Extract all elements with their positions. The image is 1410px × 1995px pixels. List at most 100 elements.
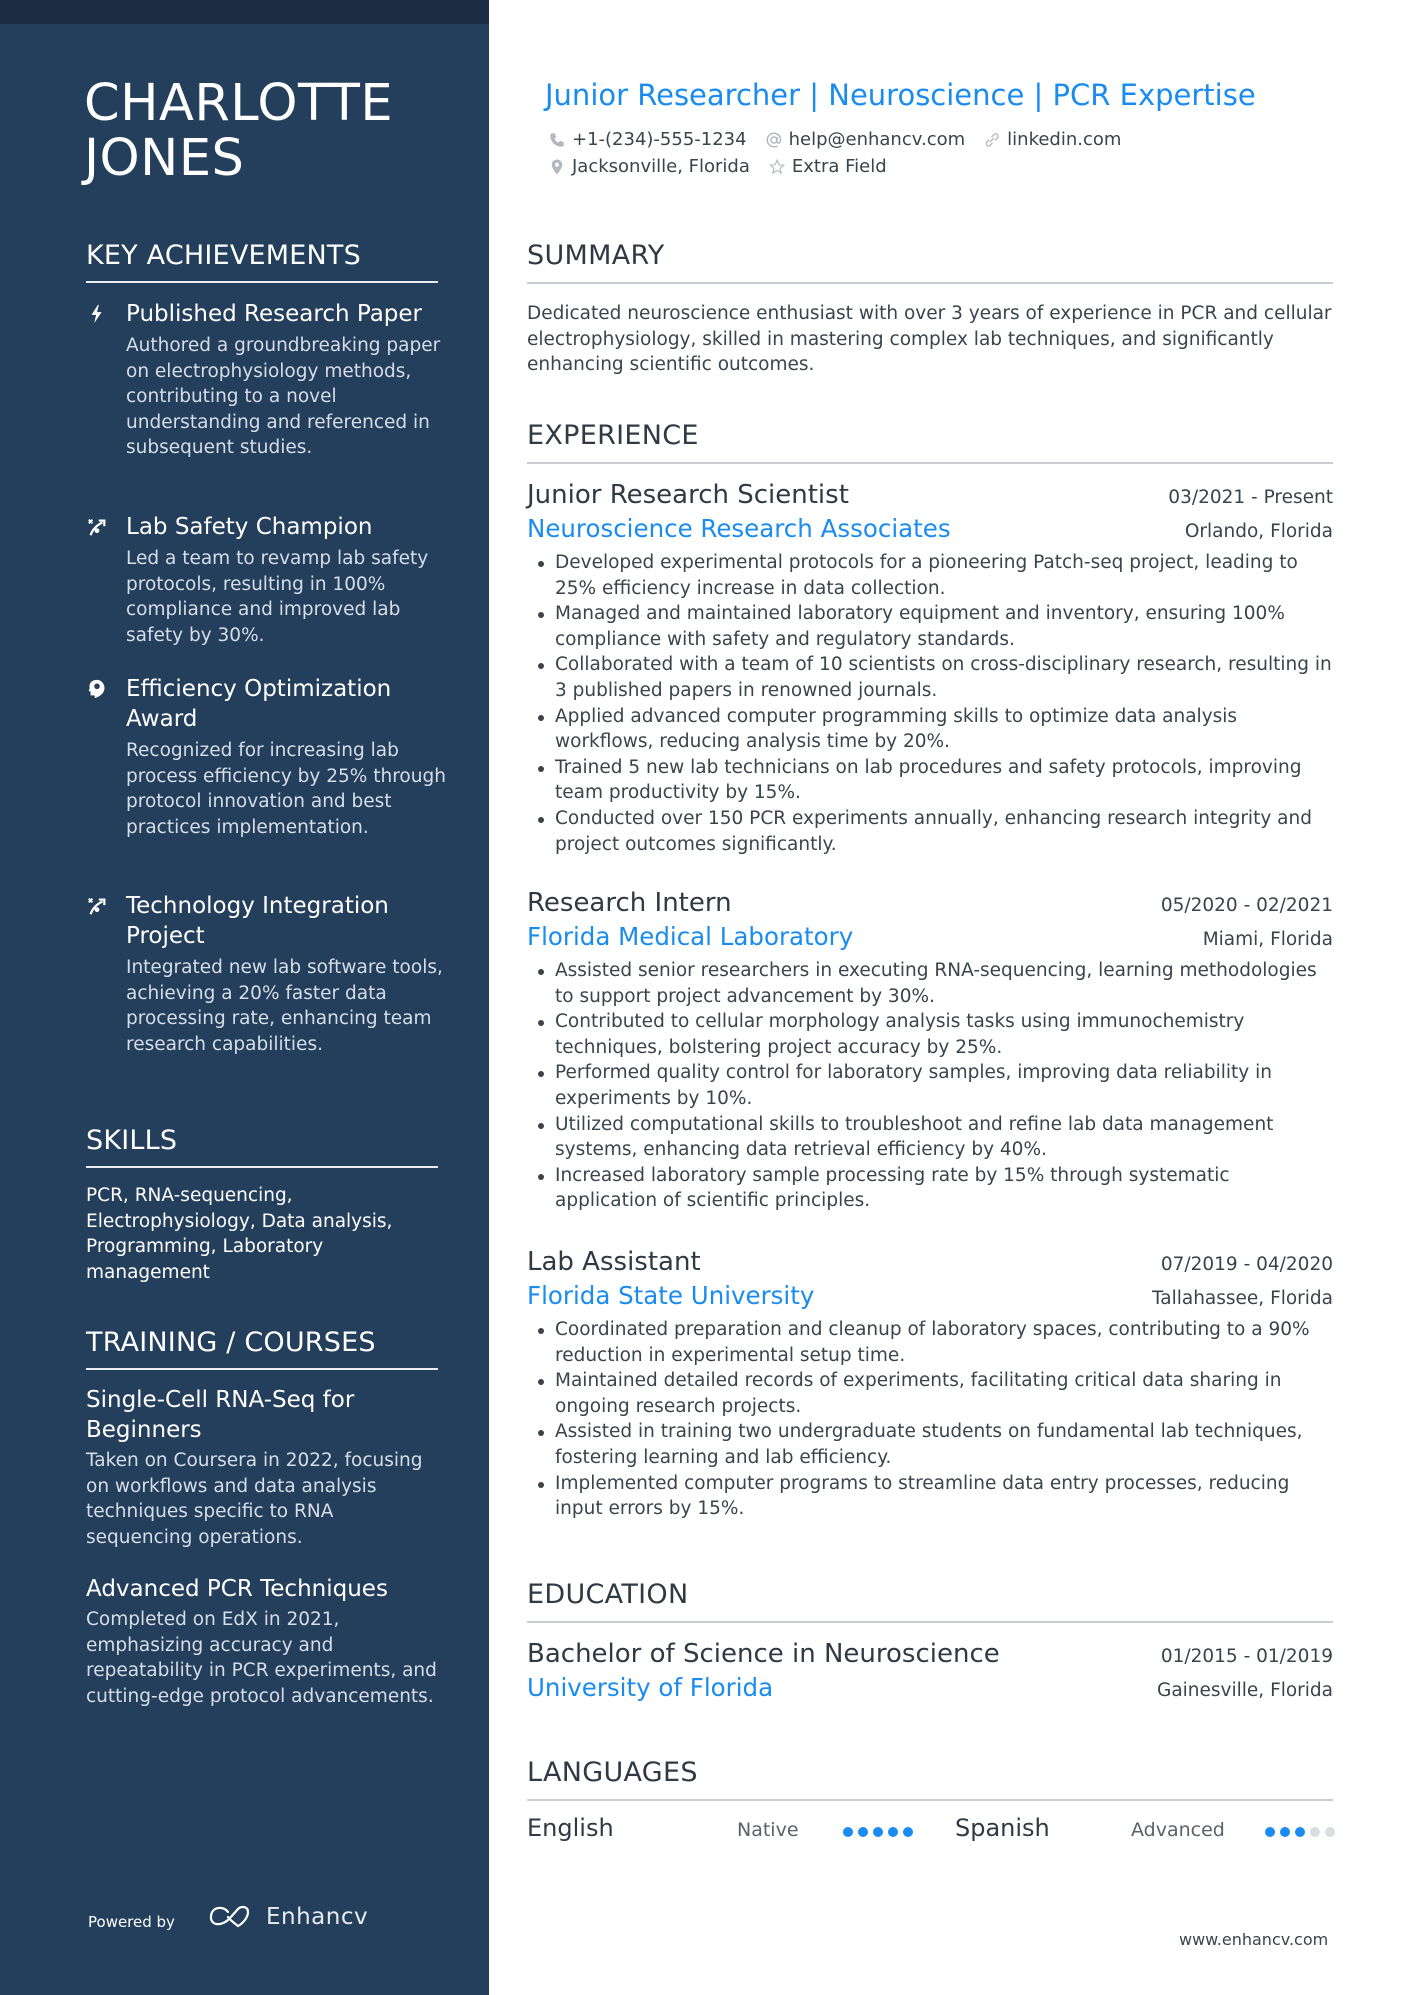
summary-text: Dedicated neuroscience enthusiast with o… (527, 303, 1332, 376)
phone-item[interactable]: +1-(234)-555-1234 (548, 129, 747, 150)
bullet-item: Assisted in training two undergraduate s… (527, 1419, 1333, 1470)
rating-dot-filled (888, 1827, 898, 1837)
languages-section-header: LANGUAGES (527, 1757, 1333, 1801)
bullet-item: Applied advanced computer programming sk… (527, 704, 1333, 755)
section-heading-education: EDUCATION (527, 1579, 689, 1610)
job-location: Miami, Florida (1202, 929, 1333, 950)
bullet-item: Assisted senior researchers in executing… (527, 958, 1333, 1009)
achievement-description: Led a team to revamp lab safety protocol… (126, 548, 429, 646)
enhancv-logo[interactable]: Enhancv (208, 1904, 368, 1930)
section-heading-achievements: KEY ACHIEVEMENTS (86, 240, 361, 271)
section-heading-experience: EXPERIENCE (527, 420, 699, 451)
section-heading-skills: SKILLS (86, 1125, 178, 1156)
job-location: Orlando, Florida (1184, 521, 1333, 542)
sidebar-top-band (0, 0, 489, 24)
job-dates: 05/2020 - 02/2021 (1160, 895, 1333, 916)
job-location: Tallahassee, Florida (1152, 1288, 1333, 1309)
link-icon (985, 132, 999, 147)
education-location: Gainesville, Florida (1157, 1680, 1333, 1701)
extra-field-item: Extra Field (768, 156, 887, 177)
location-text: Jacksonville, Florida (572, 156, 750, 177)
job-entry: Research Intern 05/2020 - 02/2021 Florid… (527, 886, 1333, 1214)
role-title: Junior Researcher | Neuroscience | PCR E… (545, 78, 1256, 112)
skills-section-header: SKILLS (86, 1125, 438, 1168)
job-dates: 03/2021 - Present (1168, 487, 1333, 508)
bullet-item: Contributed to cellular morphology analy… (527, 1009, 1333, 1060)
bullet-item: Implemented computer programs to streaml… (527, 1471, 1333, 1522)
rating-dot-empty (1325, 1827, 1335, 1837)
bullet-item: Coordinated preparation and cleanup of l… (527, 1317, 1333, 1368)
education-entry: Bachelor of Science in Neuroscience 01/2… (527, 1637, 1333, 1705)
bullet-item: Trained 5 new lab technicians on lab pro… (527, 755, 1333, 806)
achievement-description: Recognized for increasing lab process ef… (126, 740, 446, 838)
course-title: Single-Cell RNA-Seq for Beginners (86, 1387, 355, 1443)
star-icon (768, 158, 786, 174)
skills-list: PCR, RNA-sequencing, Electrophysiology, … (86, 1185, 393, 1283)
job-bullets: Developed experimental protocols for a p… (527, 550, 1333, 857)
phone-icon (550, 132, 564, 147)
website-link[interactable]: www.enhancv.com (1179, 1930, 1328, 1949)
candidate-name: CHARLOTTE JONES (84, 76, 393, 186)
language-name: Spanish (955, 1814, 1050, 1842)
linkedin-item[interactable]: linkedin.com (983, 129, 1121, 150)
course-title: Advanced PCR Techniques (86, 1576, 388, 1602)
name-last: JONES (84, 129, 245, 188)
divider (86, 1368, 438, 1370)
bullet-item: Maintained detailed records of experimen… (527, 1368, 1333, 1419)
course-item: Advanced PCR Techniques Completed on EdX… (86, 1574, 438, 1709)
training-section-header: TRAINING / COURSES (86, 1327, 438, 1370)
contact-row-1: +1-(234)-555-1234 help@enhancv.com linke… (548, 129, 1121, 150)
language-rating (843, 1827, 913, 1837)
achievement-item: Efficiency Optimization Award Recognized… (86, 674, 446, 840)
language-name: English (527, 1814, 614, 1842)
achievements-section-header: KEY ACHIEVEMENTS (86, 240, 438, 283)
email-text: help@enhancv.com (788, 129, 966, 150)
lightning-icon (91, 304, 102, 324)
job-bullets: Assisted senior researchers in executing… (527, 958, 1333, 1214)
name-first: CHARLOTTE (84, 74, 394, 133)
rating-dot-filled (903, 1827, 913, 1837)
languages-row: English Native Spanish Advanced (527, 1814, 1335, 1850)
job-bullets: Coordinated preparation and cleanup of l… (527, 1317, 1333, 1522)
rating-dot-empty (1310, 1827, 1320, 1837)
section-heading-summary: SUMMARY (527, 240, 665, 271)
section-heading-languages: LANGUAGES (527, 1757, 698, 1788)
bullet-item: Utilized computational skills to trouble… (527, 1112, 1333, 1163)
achievement-title: Technology Integration Project (126, 893, 389, 949)
at-icon (766, 131, 781, 148)
divider (527, 1799, 1333, 1801)
rating-dot-filled (858, 1827, 868, 1837)
job-entry: Junior Research Scientist 03/2021 - Pres… (527, 478, 1333, 857)
sidebar: CHARLOTTE JONES KEY ACHIEVEMENTS Publish… (0, 0, 489, 1995)
bullet-item: Managed and maintained laboratory equipm… (527, 601, 1333, 652)
divider (527, 282, 1333, 284)
company-name: Florida State University (527, 1281, 815, 1310)
bullet-item: Increased laboratory sample processing r… (527, 1163, 1333, 1214)
extra-field-text: Extra Field (791, 156, 887, 177)
achievement-description: Authored a groundbreaking paper on elect… (126, 335, 441, 459)
linkedin-text: linkedin.com (1007, 129, 1122, 150)
achievement-title: Efficiency Optimization Award (126, 676, 392, 732)
job-dates: 07/2019 - 04/2020 (1160, 1254, 1333, 1275)
course-description: Completed on EdX in 2021, emphasizing ac… (86, 1609, 437, 1707)
job-entry: Lab Assistant 07/2019 - 04/2020 Florida … (527, 1245, 1333, 1522)
school-name: University of Florida (527, 1673, 774, 1702)
job-title: Lab Assistant (527, 1247, 701, 1277)
location-item: Jacksonville, Florida (548, 156, 750, 177)
location-pin-icon (551, 159, 563, 174)
divider (86, 1166, 438, 1168)
bullet-item: Developed experimental protocols for a p… (527, 550, 1333, 601)
achievement-description: Integrated new lab software tools, achie… (126, 957, 443, 1055)
email-item[interactable]: help@enhancv.com (765, 129, 966, 150)
divider (86, 281, 438, 283)
contact-row-2: Jacksonville, Florida Extra Field (548, 156, 887, 177)
company-name: Florida Medical Laboratory (527, 922, 854, 951)
achievement-title: Lab Safety Champion (126, 514, 373, 540)
education-section-header: EDUCATION (527, 1579, 1333, 1623)
company-name: Neuroscience Research Associates (527, 514, 951, 543)
strategy-icon (88, 519, 106, 536)
experience-section-header: EXPERIENCE (527, 420, 1333, 464)
course-item: Single-Cell RNA-Seq for Beginners Taken … (86, 1385, 438, 1550)
phone-text: +1-(234)-555-1234 (572, 129, 747, 150)
job-title: Research Intern (527, 888, 732, 918)
